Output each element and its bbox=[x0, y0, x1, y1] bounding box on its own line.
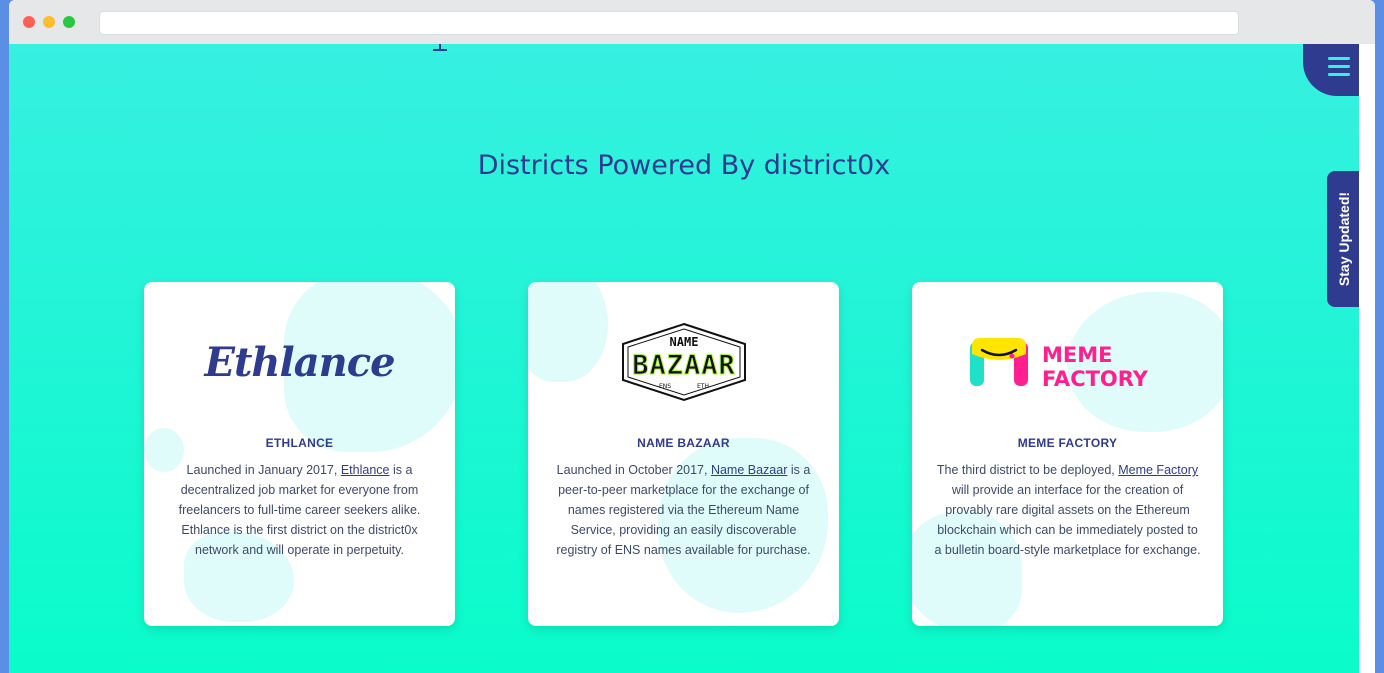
name-bazaar-logo-main: BAZAAR bbox=[632, 350, 736, 381]
name-bazaar-badge-icon: NAME BAZAAR ENS ETH bbox=[621, 322, 746, 402]
stay-updated-tab[interactable]: Stay Updated! bbox=[1327, 171, 1359, 307]
district-card-meme-factory: MEME FACTORY MEME FACTORY The third dist… bbox=[912, 282, 1223, 626]
name-bazaar-logo-sub-left: ENS bbox=[658, 383, 670, 390]
maximize-window-icon[interactable] bbox=[63, 16, 75, 28]
meme-factory-link[interactable]: Meme Factory bbox=[1118, 463, 1198, 477]
card-description: The third district to be deployed, Meme … bbox=[934, 460, 1201, 560]
hamburger-menu-icon bbox=[1328, 73, 1350, 76]
ethlance-logo[interactable]: Ethlance bbox=[144, 312, 455, 412]
card-description-text: is a peer-to-peer marketplace for the ex… bbox=[556, 463, 811, 557]
card-title: ETHLANCE bbox=[265, 436, 334, 450]
card-description-text: The third district to be deployed, bbox=[936, 463, 1119, 477]
card-description-text: will provide an interface for the creati… bbox=[934, 483, 1201, 557]
card-description-text: is a decentralized job market for everyo… bbox=[178, 463, 421, 557]
district-card-ethlance: Ethlance ETHLANCE Launched in January 20… bbox=[144, 282, 455, 626]
card-description: Launched in January 2017, Ethlance is a … bbox=[166, 460, 433, 560]
meme-factory-logo-line2: FACTORY bbox=[1042, 367, 1149, 391]
stay-updated-label: Stay Updated! bbox=[1336, 191, 1352, 287]
page-scrollbar[interactable] bbox=[1359, 44, 1375, 673]
menu-button[interactable] bbox=[1303, 44, 1359, 96]
name-bazaar-logo-sub-right: ETH bbox=[697, 383, 709, 390]
hamburger-menu-icon bbox=[1328, 65, 1350, 68]
page-viewport: Stay Updated! Districts Powered By distr… bbox=[9, 44, 1359, 673]
card-description-text: Launched in October 2017, bbox=[556, 463, 711, 477]
card-description-text: Launched in January 2017, bbox=[186, 463, 341, 477]
browser-window: Stay Updated! Districts Powered By distr… bbox=[9, 0, 1375, 673]
ethlance-logo-text: Ethlance bbox=[204, 338, 395, 386]
card-title: NAME BAZAAR bbox=[637, 436, 730, 450]
ethlance-link[interactable]: Ethlance bbox=[341, 463, 390, 477]
browser-titlebar bbox=[9, 0, 1375, 44]
meme-factory-m-icon: MEME FACTORY bbox=[969, 338, 1149, 391]
name-bazaar-link[interactable]: Name Bazaar bbox=[711, 463, 787, 477]
meme-factory-logo-line1: MEME bbox=[1042, 343, 1113, 367]
address-bar[interactable] bbox=[99, 11, 1239, 35]
name-bazaar-logo-top: NAME bbox=[669, 335, 698, 349]
district-card-name-bazaar: NAME BAZAAR ENS ETH NAME BAZAAR Launched… bbox=[528, 282, 839, 626]
meme-factory-logo[interactable]: MEME FACTORY bbox=[912, 312, 1223, 412]
close-window-icon[interactable] bbox=[23, 16, 35, 28]
section-title: Districts Powered By district0x bbox=[477, 150, 891, 181]
card-description: Launched in October 2017, Name Bazaar is… bbox=[550, 460, 817, 560]
name-bazaar-logo[interactable]: NAME BAZAAR ENS ETH bbox=[528, 312, 839, 412]
hamburger-menu-icon bbox=[1328, 57, 1350, 60]
minimize-window-icon[interactable] bbox=[43, 16, 55, 28]
card-title: MEME FACTORY bbox=[1017, 436, 1118, 450]
site-logo-fragment-icon[interactable] bbox=[349, 44, 479, 56]
